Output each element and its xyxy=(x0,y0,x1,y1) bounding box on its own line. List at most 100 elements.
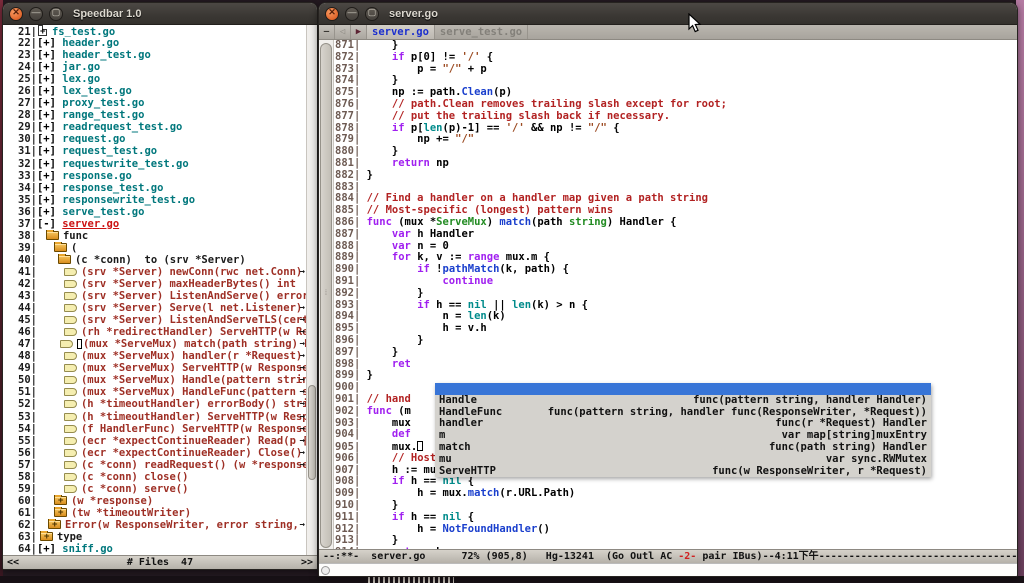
speedbar-row[interactable]: 50|(mux *ServeMux) Handle(pattern string… xyxy=(18,374,306,386)
speedbar-item-label[interactable]: ( xyxy=(71,242,77,254)
speedbar-item-label[interactable]: (srv *Server) newConn(rwc net.Conn) ( xyxy=(81,266,306,278)
tag-icon[interactable] xyxy=(64,388,77,396)
folder-icon[interactable] xyxy=(58,255,71,264)
speedbar-item-label[interactable]: type xyxy=(57,531,82,543)
speedbar-row[interactable]: 33|[+] response.go xyxy=(18,170,306,182)
tag-icon[interactable] xyxy=(64,316,77,324)
code-line[interactable]: 913| } xyxy=(335,535,1017,547)
folder-icon[interactable] xyxy=(54,496,67,505)
speedbar-scroll-right-button[interactable]: >> xyxy=(301,556,313,569)
speedbar-item-label[interactable]: fs_test.go xyxy=(52,26,115,37)
code-line[interactable]: 892| } xyxy=(335,288,1017,300)
speedbar-item-label[interactable]: serve_test.go xyxy=(62,206,144,218)
minimize-icon[interactable]: — xyxy=(345,7,359,21)
speedbar-item-label[interactable]: server.go xyxy=(62,218,119,230)
code-line[interactable]: 881| return np xyxy=(335,158,1017,170)
code-line[interactable]: 899| } xyxy=(335,370,1017,382)
speedbar-row[interactable]: 31|[+] request_test.go xyxy=(18,145,306,157)
expand-icon[interactable]: [+] xyxy=(37,206,56,218)
speedbar-item-label[interactable]: (rh *redirectHandler) ServeHTTP(w Res xyxy=(81,326,306,338)
expand-icon[interactable]: [+] xyxy=(37,85,56,97)
popup-item[interactable]: mvar map[string]muxEntry xyxy=(435,430,931,442)
speedbar-row[interactable]: 54|(f HandlerFunc) ServeHTTP(w ResponseW… xyxy=(18,423,306,435)
code-line[interactable]: 887| var h Handler xyxy=(335,229,1017,241)
speedbar-row[interactable]: 38|func xyxy=(18,230,306,242)
popup-item[interactable]: handlerfunc(r *Request) Handler xyxy=(435,418,931,430)
folder-icon[interactable] xyxy=(54,243,67,252)
editor-titlebar[interactable]: ✕ — ▢ server.go xyxy=(319,3,1017,25)
expand-icon[interactable]: [+] xyxy=(37,133,56,145)
speedbar-item-label[interactable]: (mux *ServeMux) match(path string) Ha xyxy=(83,338,306,350)
speedbar-item-label[interactable]: range_test.go xyxy=(62,109,144,121)
code-line[interactable]: 876| // path.Clean removes trailing slas… xyxy=(335,99,1017,111)
speedbar-row[interactable]: 43|(srv *Server) ListenAndServe() error xyxy=(18,290,306,302)
speedbar-row[interactable]: 24|[+] jar.go xyxy=(18,61,306,73)
speedbar-row[interactable]: 45|(srv *Server) ListenAndServeTLS(certF… xyxy=(18,314,306,326)
speedbar-item-label[interactable]: (ecr *expectContinueReader) Close() e xyxy=(81,447,306,459)
speedbar-item-label[interactable]: readrequest_test.go xyxy=(62,121,182,133)
popup-item[interactable]: muvar sync.RWMutex xyxy=(435,454,931,466)
tag-icon[interactable] xyxy=(64,461,77,469)
code-line[interactable]: 888| var n = 0 xyxy=(335,241,1017,253)
code-line[interactable]: 909| h = mux.match(r.URL.Path) xyxy=(335,488,1017,500)
tag-icon[interactable] xyxy=(64,437,77,445)
code-line[interactable]: 898| ret xyxy=(335,359,1017,371)
speedbar-row[interactable]: 35|[+] responsewrite_test.go xyxy=(18,194,306,206)
speedbar-titlebar[interactable]: ✕ — ▢ Speedbar 1.0 xyxy=(3,3,317,25)
speedbar-row[interactable]: 53|(h *timeoutHandler) ServeHTTP(w Respo… xyxy=(18,411,306,423)
speedbar-item-label[interactable]: jar.go xyxy=(62,61,100,73)
code-line[interactable]: 893| if h == nil || len(k) > n { xyxy=(335,300,1017,312)
code-line[interactable]: 871| } xyxy=(335,40,1017,52)
speedbar-item-label[interactable]: (w *response) xyxy=(71,495,153,507)
speedbar-item-label[interactable]: (c *conn) serve() xyxy=(81,483,188,495)
expand-icon[interactable]: [+] xyxy=(37,61,56,73)
expand-icon[interactable]: [+] xyxy=(37,182,56,194)
speedbar-item-label[interactable]: lex_test.go xyxy=(62,85,132,97)
tabbar-menu-icon[interactable]: — xyxy=(319,25,335,39)
expand-icon[interactable]: [+] xyxy=(37,49,56,61)
code-line[interactable]: 874| } xyxy=(335,75,1017,87)
speedbar-item-label[interactable]: (tw *timeoutWriter) xyxy=(71,507,191,519)
tab-next-icon[interactable]: ▶ xyxy=(351,25,367,39)
speedbar-item-label[interactable]: (mux *ServeMux) Handle(pattern string xyxy=(81,374,306,386)
code-line[interactable]: 890| if !pathMatch(k, path) { xyxy=(335,264,1017,276)
maximize-icon[interactable]: ▢ xyxy=(49,7,63,21)
speedbar-item-label[interactable]: response.go xyxy=(62,170,132,182)
popup-item[interactable]: matchfunc(path string) Handler xyxy=(435,442,931,454)
code-line[interactable]: 885| // Most-specific (longest) pattern … xyxy=(335,205,1017,217)
close-icon[interactable]: ✕ xyxy=(325,7,339,21)
speedbar-item-label[interactable]: request.go xyxy=(62,133,125,145)
speedbar-item-label[interactable]: func xyxy=(63,230,88,242)
code-line[interactable]: 880| } xyxy=(335,146,1017,158)
tab-prev-icon[interactable]: ◁ xyxy=(335,25,351,39)
speedbar-row[interactable]: 49|(mux *ServeMux) ServeHTTP(w ResponseW… xyxy=(18,362,306,374)
code-line[interactable]: 891| continue xyxy=(335,276,1017,288)
speedbar-row[interactable]: 46|(rh *redirectHandler) ServeHTTP(w Res… xyxy=(18,326,306,338)
speedbar-item-label[interactable]: header.go xyxy=(62,37,119,49)
expand-icon[interactable]: [+] xyxy=(37,97,56,109)
tag-icon[interactable] xyxy=(64,413,77,421)
speedbar-row[interactable]: 22|[+] header.go xyxy=(18,37,306,49)
speedbar-row[interactable]: 26|[+] lex_test.go xyxy=(18,85,306,97)
speedbar-item-label[interactable]: (c *conn) readRequest() (w *response, xyxy=(81,459,306,471)
speedbar-row[interactable]: 59|(c *conn) serve() xyxy=(18,483,306,495)
expand-icon[interactable]: [+] xyxy=(37,37,56,49)
speedbar-row[interactable]: 39|( xyxy=(18,242,306,254)
expand-icon[interactable]: [+] xyxy=(37,109,56,121)
editor-scrollbar[interactable]: ⁞ xyxy=(319,40,334,550)
tag-icon[interactable] xyxy=(64,292,77,300)
speedbar-row[interactable]: 40|(c *conn) to (srv *Server) xyxy=(18,254,306,266)
speedbar-item-label[interactable]: (c *conn) close() xyxy=(81,471,188,483)
speedbar-item-label[interactable]: (f HandlerFunc) ServeHTTP(w ResponseW xyxy=(81,423,306,435)
code-line[interactable]: 895| h = v.h xyxy=(335,323,1017,335)
folder-icon[interactable] xyxy=(54,508,67,517)
code-line[interactable]: 908| if h == nil { xyxy=(335,476,1017,488)
speedbar-row[interactable]: 61|(tw *timeoutWriter) xyxy=(18,507,306,519)
speedbar-item-label[interactable]: (srv *Server) Serve(l net.Listener) e xyxy=(81,302,306,314)
tag-icon[interactable] xyxy=(60,340,73,348)
speedbar-item-label[interactable]: (srv *Server) ListenAndServeTLS(certF xyxy=(81,314,306,326)
expand-icon[interactable]: [+] xyxy=(37,543,56,555)
folder-icon[interactable] xyxy=(46,231,59,240)
code-line[interactable]: 882| } xyxy=(335,170,1017,182)
tag-icon[interactable] xyxy=(64,376,77,384)
